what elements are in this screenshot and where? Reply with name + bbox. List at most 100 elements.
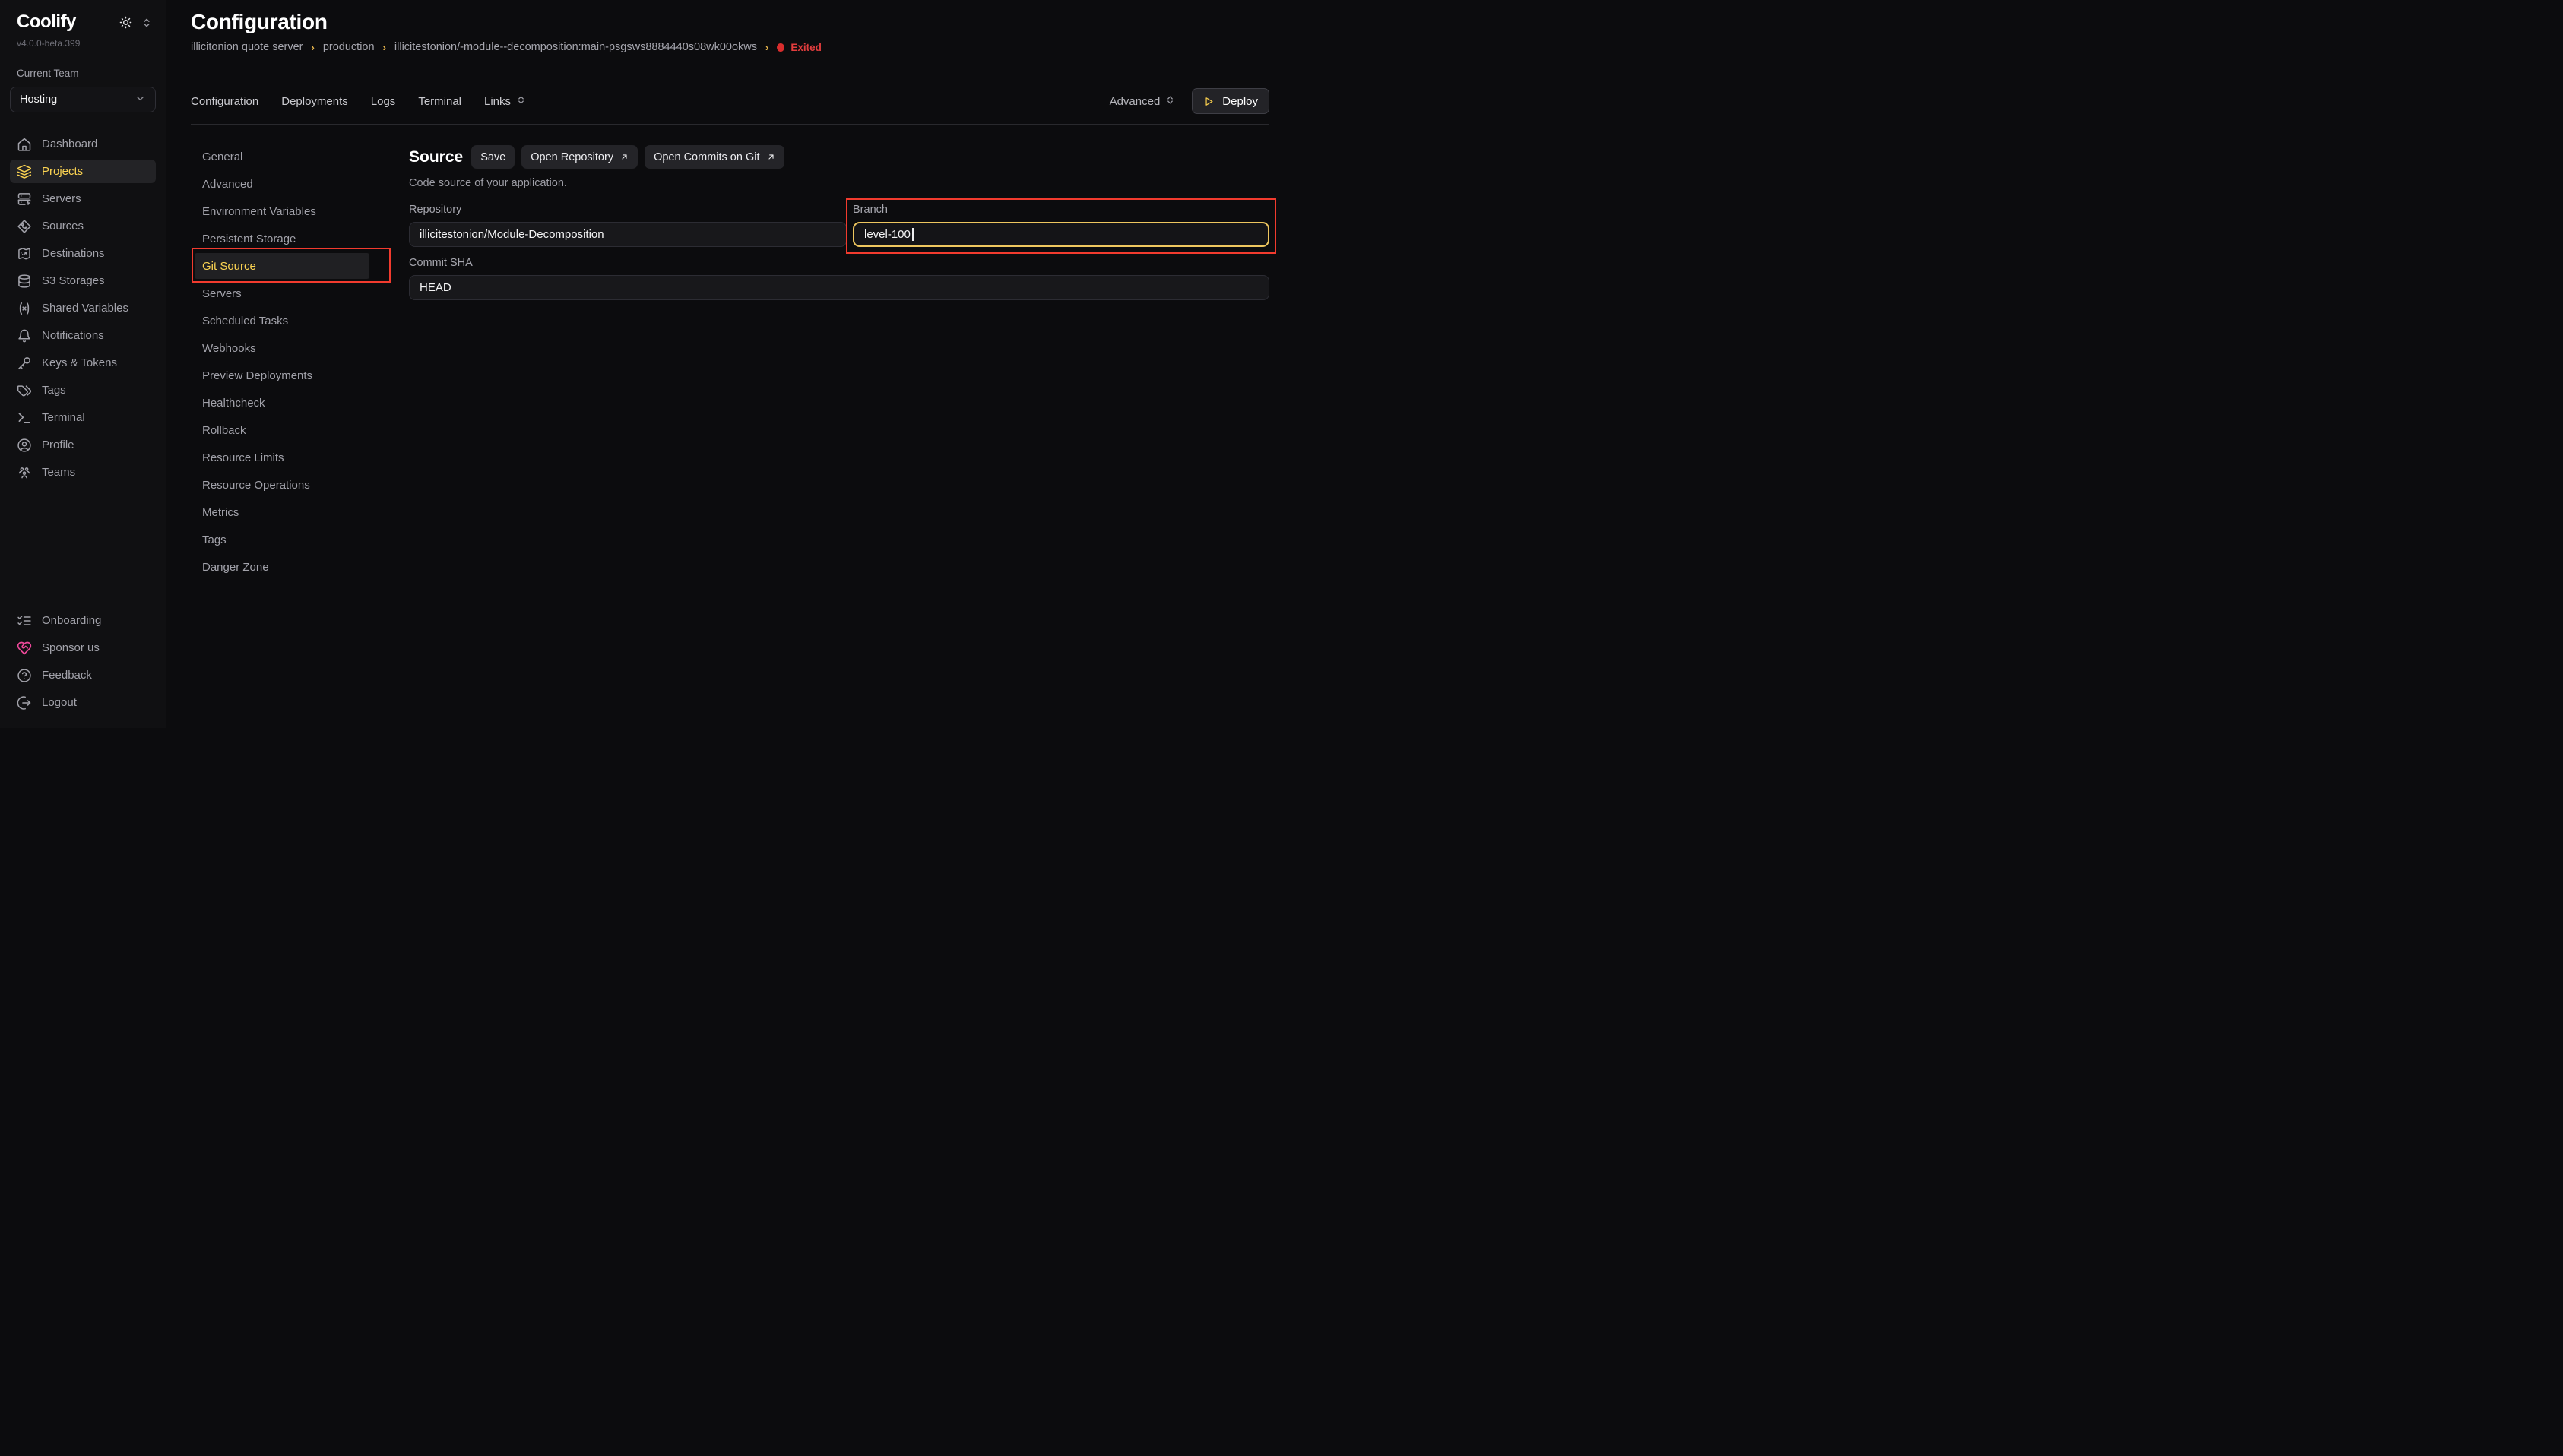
tab-configuration[interactable]: Configuration [191,95,258,108]
subnav-webhooks[interactable]: Webhooks [195,335,369,361]
subnav-resource-operations[interactable]: Resource Operations [195,472,369,498]
key-icon [17,356,32,371]
sidebar-item-onboarding[interactable]: Onboarding [10,609,156,632]
sidebar-item-sources[interactable]: Sources [10,214,156,238]
breadcrumb-separator-icon: › [312,42,315,53]
sidebar-item-destinations[interactable]: Destinations [10,242,156,265]
main-content: Configuration illicitonion quote server … [166,0,1282,728]
status-badge: Exited [777,42,822,53]
subnav-metrics[interactable]: Metrics [195,499,369,525]
arrow-up-right-icon [767,153,775,161]
layers-icon [17,164,32,179]
open-repository-button[interactable]: Open Repository [521,145,638,169]
list-checks-icon [17,613,32,628]
repository-input[interactable] [409,222,847,247]
save-button[interactable]: Save [471,145,515,169]
terminal-icon [17,410,32,426]
user-circle-icon [17,438,32,453]
breadcrumb: illicitonion quote server › production ›… [191,41,1269,53]
sidebar-item-notifications[interactable]: Notifications [10,324,156,347]
subnav-advanced[interactable]: Advanced [195,171,369,197]
sidebar-item-logout[interactable]: Logout [10,691,156,714]
play-icon [1203,96,1215,107]
current-team-label: Current Team [17,68,156,79]
subnav-preview-deployments[interactable]: Preview Deployments [195,362,369,388]
open-commits-button[interactable]: Open Commits on Git [645,145,784,169]
breadcrumb-separator-icon: › [383,42,386,53]
sidebar-item-s3-storages[interactable]: S3 Storages [10,269,156,293]
sidebar-item-dashboard[interactable]: Dashboard [10,132,156,156]
tab-deployments[interactable]: Deployments [281,95,348,108]
breadcrumb-project[interactable]: illicitonion quote server [191,41,303,53]
git-source-icon [17,219,32,234]
commit-sha-field-group: Commit SHA [409,257,1269,300]
sidebar-item-sponsor[interactable]: Sponsor us [10,636,156,660]
sidebar-item-feedback[interactable]: Feedback [10,663,156,687]
subnav-healthcheck[interactable]: Healthcheck [195,390,369,416]
config-subnav: General Advanced Environment Variables P… [191,144,409,728]
chevron-down-icon [135,93,146,107]
tab-links[interactable]: Links [484,95,526,108]
branch-field-group-annotated: Branch [853,204,1269,247]
sidebar-item-teams[interactable]: Teams [10,461,156,484]
sidebar-item-keys-tokens[interactable]: Keys & Tokens [10,351,156,375]
chevrons-up-down-icon [516,95,526,108]
subnav-danger-zone[interactable]: Danger Zone [195,554,369,580]
sidebar-item-profile[interactable]: Profile [10,433,156,457]
team-select-value: Hosting [20,93,57,106]
server-icon [17,191,32,207]
map-icon [17,246,32,261]
app-logo: Coolify [17,12,76,32]
branch-input[interactable] [853,222,1269,247]
page-title: Configuration [191,9,1269,35]
tab-logs[interactable]: Logs [371,95,396,108]
bell-icon [17,328,32,343]
sidebar-item-servers[interactable]: Servers [10,187,156,210]
commit-sha-label: Commit SHA [409,257,1269,269]
sidebar-footer: Onboarding Sponsor us Feedback Logout [10,609,156,714]
subnav-general[interactable]: General [195,144,369,169]
theme-toggle-sun-icon[interactable] [119,16,132,33]
app-version: v4.0.0-beta.399 [17,38,156,49]
help-circle-icon [17,668,32,683]
repository-label: Repository [409,204,847,216]
breadcrumb-separator-icon: › [765,42,768,53]
braces-x-icon [17,301,32,316]
source-description: Code source of your application. [409,177,1269,189]
source-heading: Source [409,148,463,166]
instance-selector-icon[interactable] [141,17,152,32]
breadcrumb-application[interactable]: illicitestonion/-module--decomposition:m… [394,41,757,53]
team-select[interactable]: Hosting [10,87,156,112]
sidebar-item-shared-variables[interactable]: Shared Variables [10,296,156,320]
heart-handshake-icon [17,641,32,656]
sidebar-item-terminal[interactable]: Terminal [10,406,156,429]
sidebar-item-tags[interactable]: Tags [10,378,156,402]
subnav-persistent-storage[interactable]: Persistent Storage [195,226,369,252]
status-dot-icon [777,43,784,52]
tab-terminal[interactable]: Terminal [418,95,461,108]
commit-sha-input[interactable] [409,275,1269,300]
subnav-git-source[interactable]: Git Source [195,253,369,279]
tabs-row: Configuration Deployments Logs Terminal … [191,88,1269,114]
subnav-rollback[interactable]: Rollback [195,417,369,443]
users-icon [17,465,32,480]
header-divider [191,124,1269,125]
status-text: Exited [790,42,822,53]
home-icon [17,137,32,152]
deploy-button[interactable]: Deploy [1192,88,1269,114]
advanced-dropdown[interactable]: Advanced [1110,95,1176,108]
subnav-tags[interactable]: Tags [195,527,369,552]
text-cursor [912,228,914,241]
branch-label: Branch [853,204,1269,216]
subnav-servers[interactable]: Servers [195,280,369,306]
repository-field-group: Repository [409,204,847,247]
sidebar-item-projects[interactable]: Projects [10,160,156,183]
tag-icon [17,383,32,398]
database-icon [17,274,32,289]
chevrons-up-down-icon [1165,95,1175,108]
subnav-resource-limits[interactable]: Resource Limits [195,445,369,470]
subnav-scheduled-tasks[interactable]: Scheduled Tasks [195,308,369,334]
breadcrumb-environment[interactable]: production [323,41,375,53]
sidebar: Coolify v4.0.0-beta.399 Current Team Hos… [0,0,166,728]
subnav-environment-variables[interactable]: Environment Variables [195,198,369,224]
